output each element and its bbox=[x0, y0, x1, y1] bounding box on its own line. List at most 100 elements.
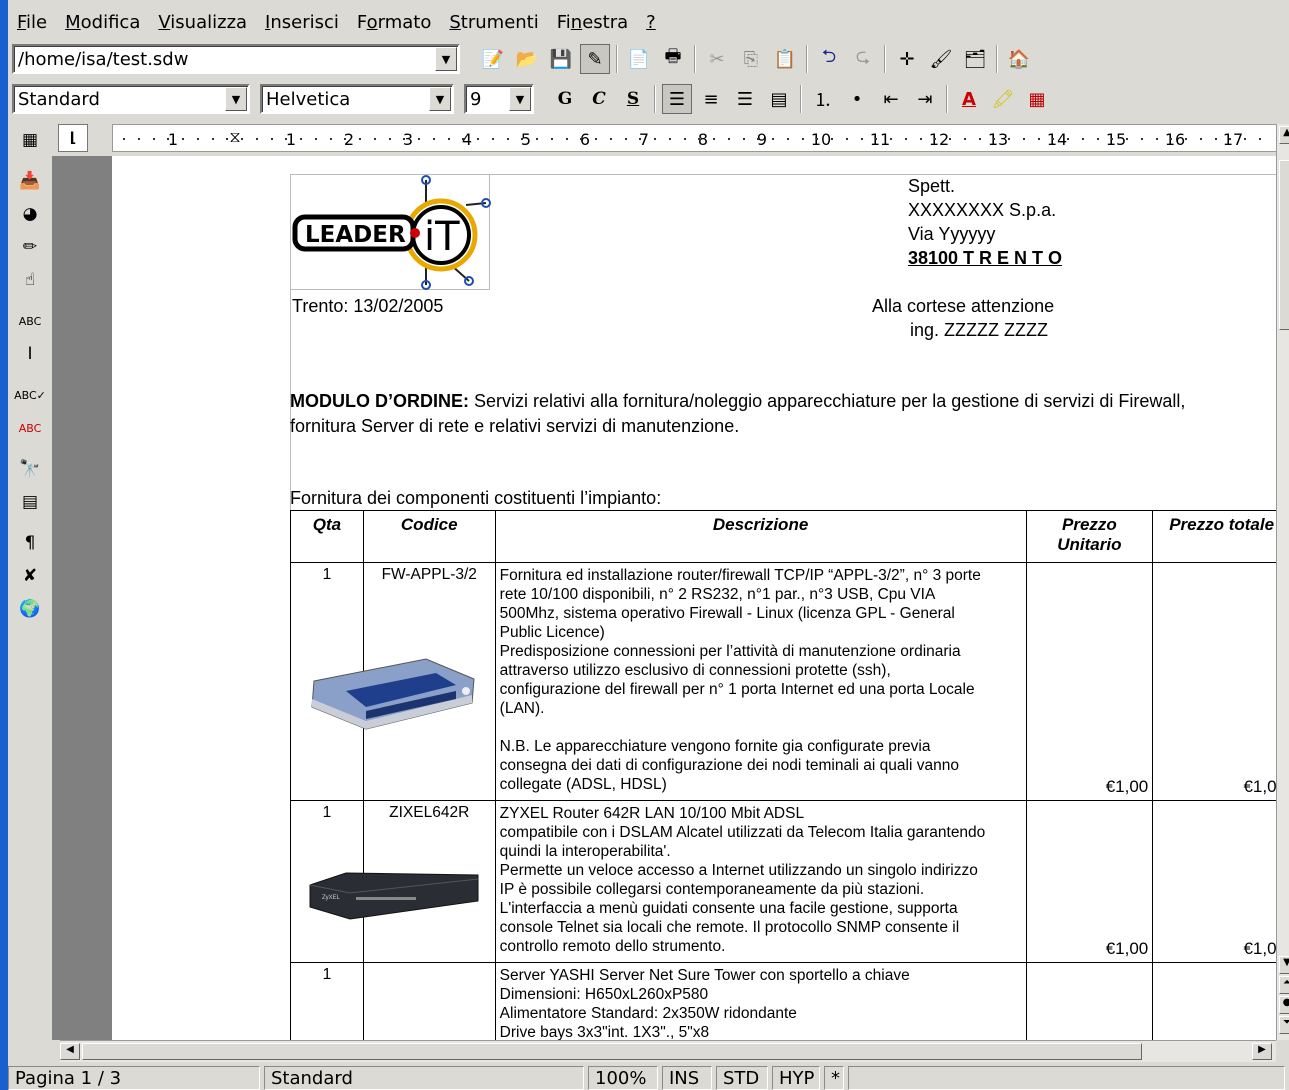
menu-modifica[interactable]: Modifica bbox=[56, 12, 149, 33]
export-pdf-icon[interactable]: 📄 bbox=[624, 44, 654, 74]
web-layout-icon[interactable]: 🌍 bbox=[15, 594, 45, 624]
redo-icon[interactable]: ⮎ bbox=[848, 44, 878, 74]
font-name-select[interactable]: Helvetica ▼ bbox=[260, 84, 454, 114]
underline-button[interactable]: S bbox=[618, 84, 648, 114]
total-price-cell[interactable] bbox=[1152, 962, 1276, 1040]
navigation-icon[interactable]: ● bbox=[1279, 996, 1289, 1014]
open-folder-icon[interactable]: 📂 bbox=[512, 44, 542, 74]
url-combo[interactable]: /home/isa/test.sdw ▼ bbox=[12, 44, 460, 74]
page-indicator[interactable]: Pagina 1 / 3 bbox=[8, 1066, 260, 1090]
indent-marker-icon[interactable]: ⧖ bbox=[229, 127, 240, 147]
menu-help[interactable]: ? bbox=[637, 12, 665, 33]
increase-indent-icon[interactable]: ⇥ bbox=[910, 84, 940, 114]
description-cell[interactable]: Fornitura ed installazione router/firewa… bbox=[494, 562, 1027, 801]
menu-finestra[interactable]: Finestra bbox=[548, 12, 637, 33]
chevron-down-icon[interactable]: ▼ bbox=[225, 87, 247, 111]
chevron-down-icon[interactable]: ▼ bbox=[509, 87, 531, 111]
unit-price-cell[interactable]: €1,00 bbox=[1025, 562, 1154, 801]
stylist-icon[interactable]: 🖌 bbox=[926, 44, 956, 74]
unit-price-cell[interactable]: €1,00 bbox=[1025, 800, 1154, 963]
form-controls-icon[interactable]: ☝ bbox=[15, 265, 45, 295]
code-cell[interactable] bbox=[362, 962, 496, 1040]
online-layout-icon[interactable]: ✘ bbox=[15, 561, 45, 591]
font-size-select[interactable]: 9 ▼ bbox=[464, 84, 534, 114]
chevron-down-icon[interactable]: ▼ bbox=[435, 47, 457, 71]
copy-icon[interactable]: ⎘ bbox=[736, 44, 766, 74]
next-page-icon[interactable]: ⏷ bbox=[1279, 1016, 1289, 1034]
formatting-marks-icon[interactable]: ¶ bbox=[15, 528, 45, 558]
insert-object-icon[interactable]: ◕ bbox=[15, 199, 45, 229]
vertical-scroll-thumb[interactable] bbox=[1279, 160, 1289, 330]
align-right-icon[interactable]: ☰ bbox=[730, 84, 760, 114]
chevron-down-icon[interactable]: ▼ bbox=[429, 87, 451, 111]
scroll-down-icon[interactable]: ▼ bbox=[1279, 956, 1289, 974]
menu-formato[interactable]: Formato bbox=[348, 12, 440, 33]
ruler-dot bbox=[1022, 138, 1025, 140]
data-sources-icon[interactable]: 🏠 bbox=[1004, 44, 1034, 74]
ruler-label: 14 bbox=[1046, 130, 1068, 149]
menu-strumenti[interactable]: Strumenti bbox=[440, 12, 547, 33]
save-icon[interactable]: 💾 bbox=[546, 44, 576, 74]
scroll-left-icon[interactable]: ◀ bbox=[60, 1043, 80, 1060]
ruler-dot bbox=[1111, 138, 1114, 140]
align-left-icon[interactable]: ☰ bbox=[662, 84, 692, 114]
text-cursor-icon[interactable]: Ⅰ bbox=[15, 339, 45, 369]
font-color-icon[interactable]: A bbox=[954, 84, 984, 114]
bold-button[interactable]: G bbox=[550, 84, 580, 114]
page-style-indicator[interactable]: Standard bbox=[264, 1066, 584, 1090]
undo-icon[interactable]: ⮌ bbox=[814, 44, 844, 74]
horizontal-ruler[interactable]: 1 1 2 3 4 5 6 7 8 9 10 11 12 13 14 15 16 17 ⧖ bbox=[112, 124, 1278, 152]
horizontal-scrollbar[interactable]: ◀ ▶ bbox=[60, 1040, 1276, 1062]
insert-mode-indicator[interactable]: INS bbox=[662, 1066, 712, 1090]
scroll-up-icon[interactable]: ▲ bbox=[1279, 126, 1289, 144]
data-sources-panel-icon[interactable]: ▤ bbox=[15, 487, 45, 517]
ruler-dot bbox=[344, 138, 347, 140]
justify-icon[interactable]: ▤ bbox=[764, 84, 794, 114]
gallery-icon[interactable]: 🗂 bbox=[960, 44, 990, 74]
background-color-icon[interactable]: ▦ bbox=[1022, 84, 1052, 114]
paste-icon[interactable]: 📋 bbox=[770, 44, 800, 74]
unit-price-cell[interactable] bbox=[1025, 962, 1154, 1040]
description-cell[interactable]: ZYXEL Router 642R LAN 10/100 Mbit ADSL co… bbox=[494, 800, 1027, 963]
spellcheck-icon[interactable]: ABC✓ bbox=[14, 380, 46, 410]
numbering-icon[interactable]: ⒈ bbox=[808, 84, 838, 114]
menu-visualizza[interactable]: Visualizza bbox=[149, 12, 256, 33]
decrease-indent-icon[interactable]: ⇤ bbox=[876, 84, 906, 114]
cut-icon[interactable]: ✂ bbox=[702, 44, 732, 74]
header-code: Codice bbox=[362, 510, 496, 563]
qty-cell[interactable]: 1 bbox=[290, 962, 364, 1040]
menu-file[interactable]: File bbox=[8, 12, 56, 33]
draw-icon[interactable]: ✏ bbox=[15, 232, 45, 262]
align-center-icon[interactable]: ≡ bbox=[696, 84, 726, 114]
edit-mode-icon[interactable]: ✎ bbox=[580, 44, 610, 74]
vertical-scrollbar[interactable]: ▲ ▼ ⏶ ● ⏷ bbox=[1276, 124, 1289, 1040]
previous-page-icon[interactable]: ⏶ bbox=[1279, 976, 1289, 994]
navigator-icon[interactable]: ✛ bbox=[892, 44, 922, 74]
find-replace-icon[interactable]: 🔭 bbox=[15, 454, 45, 484]
hyperlink-mode-indicator[interactable]: HYP bbox=[772, 1066, 820, 1090]
edit-file-icon[interactable]: 📝 bbox=[478, 44, 508, 74]
bullets-icon[interactable]: • bbox=[842, 84, 872, 114]
total-price-cell[interactable]: €1,00 bbox=[1152, 562, 1276, 801]
attention-line: Alla cortese attenzione bbox=[872, 296, 1055, 316]
autospellcheck-icon[interactable]: ABC bbox=[15, 413, 45, 443]
italic-button[interactable]: C bbox=[584, 84, 614, 114]
insert-fields-icon[interactable]: 📥 bbox=[15, 166, 45, 196]
menu-inserisci[interactable]: Inserisci bbox=[256, 12, 348, 33]
code-cell[interactable]: FW-APPL-3/2 bbox=[311, 562, 496, 801]
paragraph-style-select[interactable]: Standard ▼ bbox=[12, 84, 250, 114]
print-icon[interactable]: 🖶 bbox=[658, 44, 688, 74]
description-cell[interactable]: Server YASHI Server Net Sure Tower con s… bbox=[494, 962, 1027, 1040]
highlight-icon[interactable]: 🖍 bbox=[988, 84, 1018, 114]
zoom-indicator[interactable]: 100% bbox=[588, 1066, 658, 1090]
autopilot-icon[interactable]: ABC bbox=[15, 306, 45, 336]
selection-mode-indicator[interactable]: STD bbox=[716, 1066, 768, 1090]
tab-stop-selector[interactable]: ⌊ bbox=[58, 124, 88, 152]
scroll-right-icon[interactable]: ▶ bbox=[1252, 1043, 1272, 1060]
horizontal-scroll-thumb[interactable] bbox=[82, 1043, 1142, 1060]
insert-table-icon[interactable]: ▦ bbox=[15, 125, 45, 155]
order-heading-label: MODULO D’ORDINE: bbox=[290, 391, 469, 411]
document-page[interactable]: LEADER iT Spett. XXXXXXXX S.p.a. Via Yyy… bbox=[112, 156, 1276, 1040]
total-price-cell[interactable]: €1,00 bbox=[1152, 800, 1276, 963]
code-cell[interactable]: ZIXEL642R ZyXEL bbox=[309, 800, 496, 963]
